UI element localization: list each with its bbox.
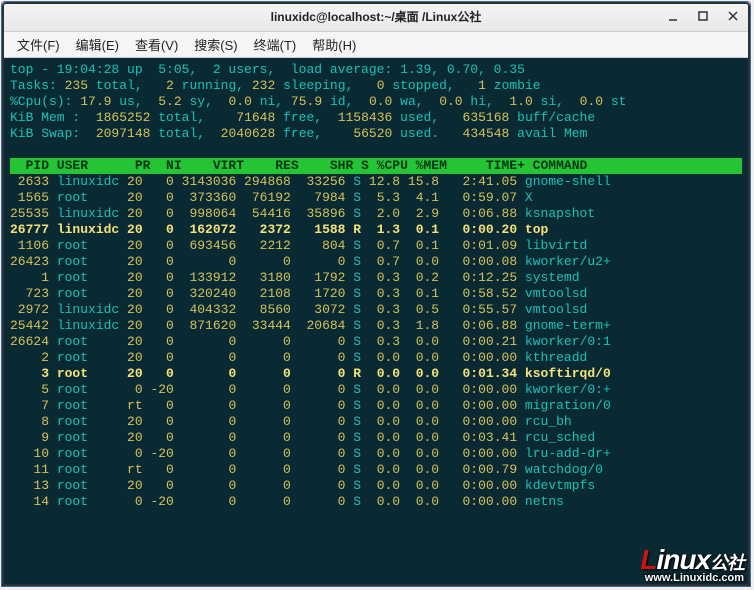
menu-item-2[interactable]: 查看(V) (128, 32, 185, 57)
process-row: 1106 root 20 0 693456 2212 804 S 0.7 0.1… (10, 238, 587, 253)
terminal-body[interactable]: top - 19:04:28 up 5:05, 2 users, load av… (2, 58, 750, 586)
process-row: 26624 root 20 0 0 0 0 S 0.3 0.0 0:00.21 … (10, 334, 611, 349)
process-row: 13 root 20 0 0 0 0 S 0.0 0.0 0:00.00 kde… (10, 478, 595, 493)
menu-item-4[interactable]: 终端(T) (247, 32, 304, 57)
menu-item-3[interactable]: 搜索(S) (187, 32, 244, 57)
process-row: 1 root 20 0 133912 3180 1792 S 0.3 0.2 0… (10, 270, 580, 285)
process-row: 10 root 0 -20 0 0 0 S 0.0 0.0 0:00.00 lr… (10, 446, 611, 461)
window-title: linuxidc@localhost:~/桌面 /Linux公社 (271, 8, 482, 25)
process-row: 26777 linuxidc 20 0 162072 2372 1588 R 1… (10, 222, 548, 237)
process-header: PID USER PR NI VIRT RES SHR S %CPU %MEM … (10, 158, 742, 174)
titlebar[interactable]: linuxidc@localhost:~/桌面 /Linux公社 (2, 2, 750, 32)
process-row: 5 root 0 -20 0 0 0 S 0.0 0.0 0:00.00 kwo… (10, 382, 611, 397)
terminal-window: linuxidc@localhost:~/桌面 /Linux公社 文件(F)编辑… (1, 1, 751, 587)
process-row: 25535 linuxidc 20 0 998064 54416 35896 S… (10, 206, 595, 221)
process-row: 2972 linuxidc 20 0 404332 8560 3072 S 0.… (10, 302, 587, 317)
process-row: 25442 linuxidc 20 0 871620 33444 20684 S… (10, 318, 611, 333)
process-row: 14 root 0 -20 0 0 0 S 0.0 0.0 0:00.00 ne… (10, 494, 564, 509)
minimize-button[interactable] (662, 6, 684, 26)
process-row: 8 root 20 0 0 0 0 S 0.0 0.0 0:00.00 rcu_… (10, 414, 572, 429)
process-row: 2 root 20 0 0 0 0 S 0.0 0.0 0:00.00 kthr… (10, 350, 587, 365)
process-row: 2633 linuxidc 20 0 3143036 294868 33256 … (10, 174, 611, 189)
process-row: 9 root 20 0 0 0 0 S 0.0 0.0 0:03.41 rcu_… (10, 430, 595, 445)
menu-item-1[interactable]: 编辑(E) (69, 32, 126, 57)
process-row: 26423 root 20 0 0 0 0 S 0.7 0.0 0:00.08 … (10, 254, 611, 269)
maximize-button[interactable] (692, 6, 714, 26)
menubar: 文件(F)编辑(E)查看(V)搜索(S)终端(T)帮助(H) (2, 32, 750, 58)
process-row: 7 root rt 0 0 0 0 S 0.0 0.0 0:00.00 migr… (10, 398, 611, 413)
process-row: 11 root rt 0 0 0 0 S 0.0 0.0 0:00.79 wat… (10, 462, 603, 477)
menu-item-0[interactable]: 文件(F) (10, 32, 67, 57)
process-row: 3 root 20 0 0 0 0 R 0.0 0.0 0:01.34 ksof… (10, 366, 611, 381)
menu-item-5[interactable]: 帮助(H) (305, 32, 363, 57)
window-controls (662, 6, 744, 26)
process-row: 1565 root 20 0 373360 76192 7984 S 5.3 4… (10, 190, 533, 205)
process-row: 723 root 20 0 320240 2108 1720 S 0.3 0.1… (10, 286, 587, 301)
close-button[interactable] (722, 6, 744, 26)
